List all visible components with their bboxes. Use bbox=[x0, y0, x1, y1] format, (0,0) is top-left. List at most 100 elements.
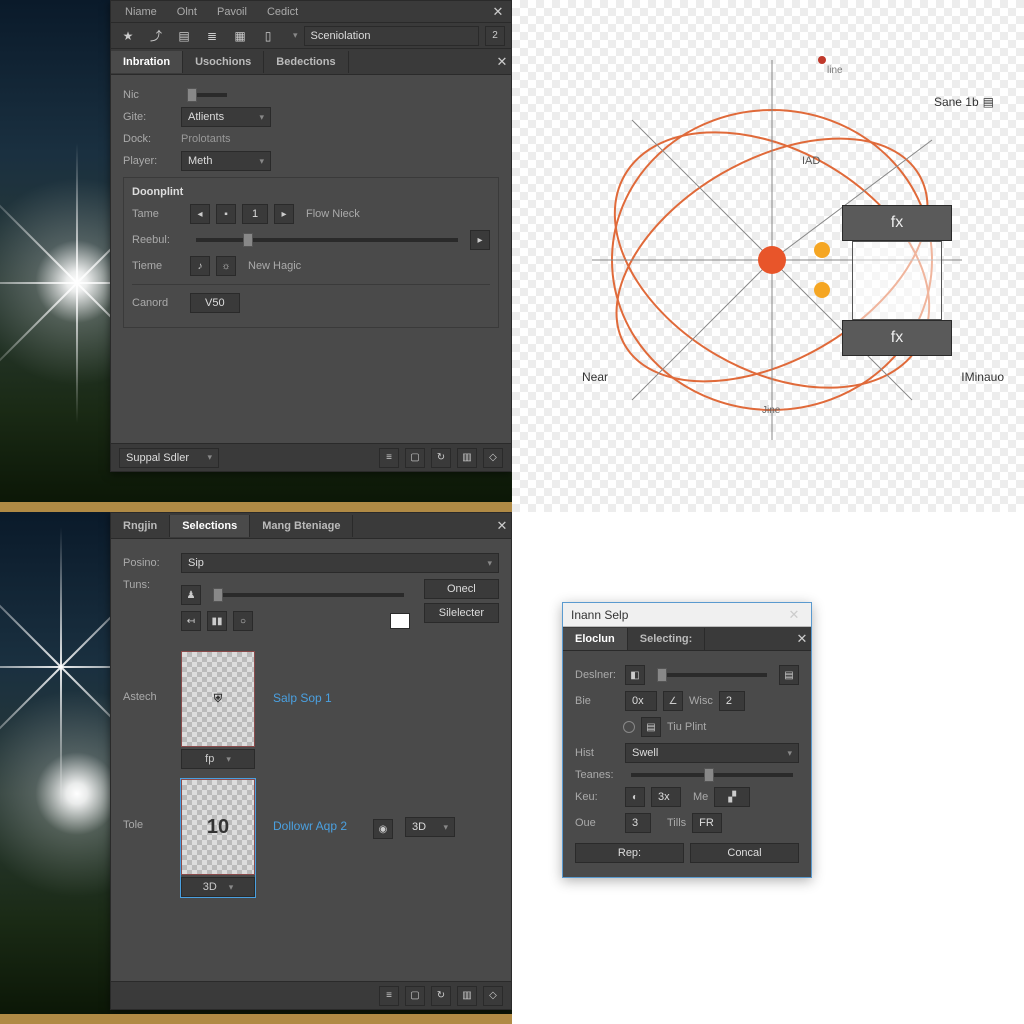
card-2-thumb[interactable]: 10 bbox=[181, 779, 255, 875]
menu-pavoil[interactable]: Pavoil bbox=[207, 3, 257, 21]
stop-icon[interactable]: ▢ bbox=[405, 986, 425, 1006]
deslner-end[interactable]: ▤ bbox=[779, 665, 799, 685]
value-button[interactable]: V50 bbox=[190, 293, 240, 313]
oue-input[interactable] bbox=[625, 813, 651, 833]
card-2-button[interactable]: 3D▾ bbox=[181, 877, 255, 897]
gite-select[interactable]: Atlients▾ bbox=[181, 107, 271, 127]
bie-input[interactable] bbox=[625, 691, 657, 711]
drop-icon[interactable]: ◇ bbox=[483, 448, 503, 468]
list-icon[interactable]: ≣ bbox=[201, 26, 223, 46]
menu-cedict[interactable]: Cedict bbox=[257, 3, 308, 21]
window-title: Inann Selp bbox=[571, 608, 628, 622]
tame-stop[interactable]: ▪ bbox=[216, 204, 236, 224]
posino-select[interactable]: Sip▾ bbox=[181, 553, 499, 573]
stop-icon[interactable]: ▢ bbox=[405, 448, 425, 468]
tab-usochions[interactable]: Usochions bbox=[183, 51, 264, 73]
device-icon[interactable]: ▯ bbox=[257, 26, 279, 46]
save-icon[interactable]: ▤ bbox=[173, 26, 195, 46]
star-icon[interactable]: ★ bbox=[117, 26, 139, 46]
tab-selecting[interactable]: Selecting: bbox=[628, 628, 706, 650]
export-icon[interactable]: ⤴ bbox=[145, 26, 167, 46]
pause-icon[interactable]: ▮▮ bbox=[207, 611, 227, 631]
tab-mang[interactable]: Mang Bteniage bbox=[250, 515, 353, 537]
scene-input[interactable] bbox=[304, 26, 479, 46]
tab-rngjin[interactable]: Rngjin bbox=[111, 515, 170, 537]
tab-close-icon[interactable]: ✕ bbox=[793, 630, 811, 648]
teanes-slider[interactable] bbox=[631, 773, 793, 777]
me-preview[interactable]: ▞ bbox=[714, 787, 750, 807]
fx-box-2[interactable]: fx bbox=[842, 320, 952, 356]
tame-input[interactable] bbox=[242, 204, 268, 224]
keu-label: Keu: bbox=[575, 791, 619, 803]
menu-olnt[interactable]: Olnt bbox=[167, 3, 207, 21]
hist-select[interactable]: Swell▾ bbox=[625, 743, 799, 763]
selections-panel: Rngjin Selections Mang Bteniage ✕ Posino… bbox=[110, 512, 512, 1010]
tame-next[interactable]: ▸ bbox=[274, 204, 294, 224]
menu-niame[interactable]: Niame bbox=[115, 3, 167, 21]
card-2[interactable]: 10 3D▾ bbox=[181, 779, 255, 897]
selection-rect[interactable] bbox=[852, 241, 942, 320]
oue-label: Oue bbox=[575, 817, 619, 829]
chevron-down-icon: ▾ bbox=[207, 452, 212, 463]
silecter-button[interactable]: Silelecter bbox=[424, 603, 499, 623]
tab-bedections[interactable]: Bedections bbox=[264, 51, 348, 73]
card-1[interactable]: ⛨ fp▾ bbox=[181, 651, 255, 769]
rep-button[interactable]: Rep: bbox=[575, 843, 684, 863]
node-2[interactable] bbox=[814, 282, 830, 298]
card-2-label[interactable]: Dollowr Aqp 2 bbox=[273, 819, 347, 833]
deslner-slider[interactable] bbox=[657, 673, 767, 677]
keu-icon[interactable]: ◐ bbox=[625, 787, 645, 807]
close-icon[interactable]: ✕ bbox=[785, 606, 803, 624]
align-icon[interactable]: ▦ bbox=[229, 26, 251, 46]
tuns-icon[interactable]: ♟ bbox=[181, 585, 201, 605]
fx-box-1[interactable]: fx bbox=[842, 205, 952, 241]
color-swatch[interactable] bbox=[390, 613, 410, 629]
tab-selections[interactable]: Selections bbox=[170, 515, 250, 537]
wisc-input[interactable] bbox=[719, 691, 745, 711]
radio-1[interactable] bbox=[623, 721, 635, 733]
menu-icon[interactable]: ≡ bbox=[379, 448, 399, 468]
nic-label: Nic bbox=[123, 89, 175, 101]
play-icon[interactable]: ◉ bbox=[373, 819, 393, 839]
menu-icon[interactable]: ≡ bbox=[379, 986, 399, 1006]
timeline-bar[interactable] bbox=[0, 502, 512, 512]
footer-dropdown[interactable]: Suppal Sdler▾ bbox=[119, 448, 219, 468]
keu-input[interactable] bbox=[651, 787, 681, 807]
timeline-bar[interactable] bbox=[0, 1014, 512, 1024]
close-icon[interactable]: ✕ bbox=[489, 3, 507, 21]
tab-eloclun[interactable]: Eloclun bbox=[563, 628, 628, 650]
center-node[interactable] bbox=[758, 246, 786, 274]
refresh-icon[interactable]: ↻ bbox=[431, 448, 451, 468]
deslner-icon[interactable]: ◧ bbox=[625, 665, 645, 685]
tieme-btn2[interactable]: ☼ bbox=[216, 256, 236, 276]
card-1-button[interactable]: fp▾ bbox=[181, 749, 255, 769]
tame-prev[interactable]: ◂ bbox=[190, 204, 210, 224]
node-top[interactable] bbox=[818, 56, 826, 64]
card-1-label[interactable]: Salp Sop 1 bbox=[273, 691, 332, 705]
angle-icon[interactable]: ∠ bbox=[663, 691, 683, 711]
close-icon[interactable]: ✕ bbox=[493, 517, 511, 535]
tieme-btn1[interactable]: ♪ bbox=[190, 256, 210, 276]
node-1[interactable] bbox=[814, 242, 830, 258]
card-1-thumb[interactable]: ⛨ bbox=[181, 651, 255, 747]
align-icon[interactable]: ▤ bbox=[641, 717, 661, 737]
player-select[interactable]: Meth▾ bbox=[181, 151, 271, 171]
arrow-left-icon[interactable]: ↤ bbox=[181, 611, 201, 631]
scene-count[interactable]: 2 bbox=[485, 26, 505, 46]
grid-icon[interactable]: ▥ bbox=[457, 448, 477, 468]
grid-icon[interactable]: ▥ bbox=[457, 986, 477, 1006]
reebul-slider[interactable] bbox=[196, 238, 458, 242]
cancel-button[interactable]: Concal bbox=[690, 843, 799, 863]
card-2-mode[interactable]: 3D▾ bbox=[405, 817, 455, 837]
drop-icon[interactable]: ◇ bbox=[483, 986, 503, 1006]
tuns-slider[interactable] bbox=[213, 593, 404, 597]
window-titlebar[interactable]: Inann Selp ✕ bbox=[563, 603, 811, 627]
oned-button[interactable]: Onecl bbox=[424, 579, 499, 599]
reebul-end[interactable]: ▸ bbox=[470, 230, 490, 250]
tab-inbration[interactable]: Inbration bbox=[111, 51, 183, 73]
dot-icon[interactable]: ○ bbox=[233, 611, 253, 631]
tab-close-icon[interactable]: ✕ bbox=[493, 53, 511, 71]
refresh-icon[interactable]: ↻ bbox=[431, 986, 451, 1006]
chevron-down-icon[interactable]: ▾ bbox=[293, 30, 298, 41]
tills-input[interactable] bbox=[692, 813, 722, 833]
